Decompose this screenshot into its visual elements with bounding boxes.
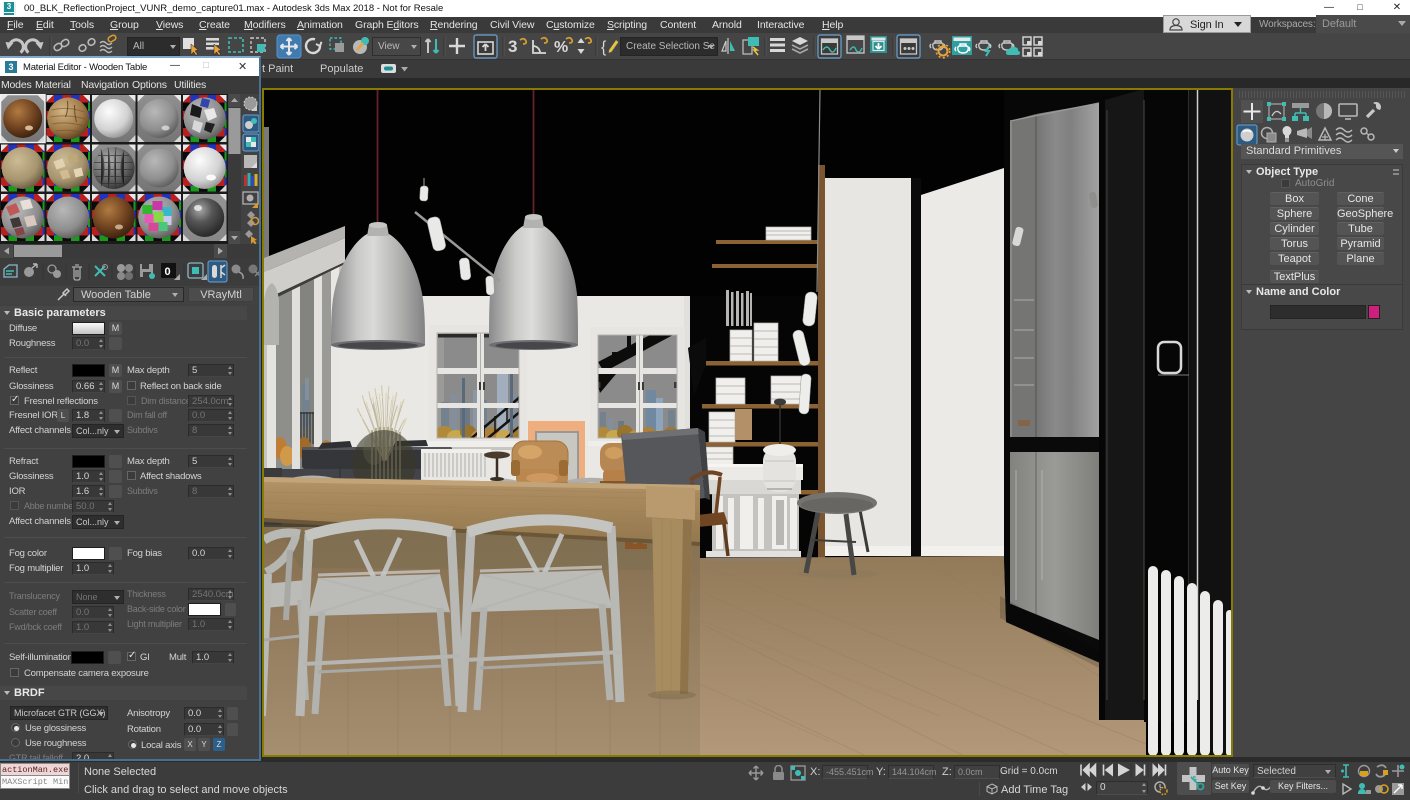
- svg-text:3: 3: [508, 37, 517, 56]
- svg-text:0: 0: [165, 266, 171, 278]
- svg-text:Sign In: Sign In: [1190, 19, 1224, 31]
- svg-text:{: {: [601, 39, 607, 56]
- svg-text:%: %: [554, 39, 568, 56]
